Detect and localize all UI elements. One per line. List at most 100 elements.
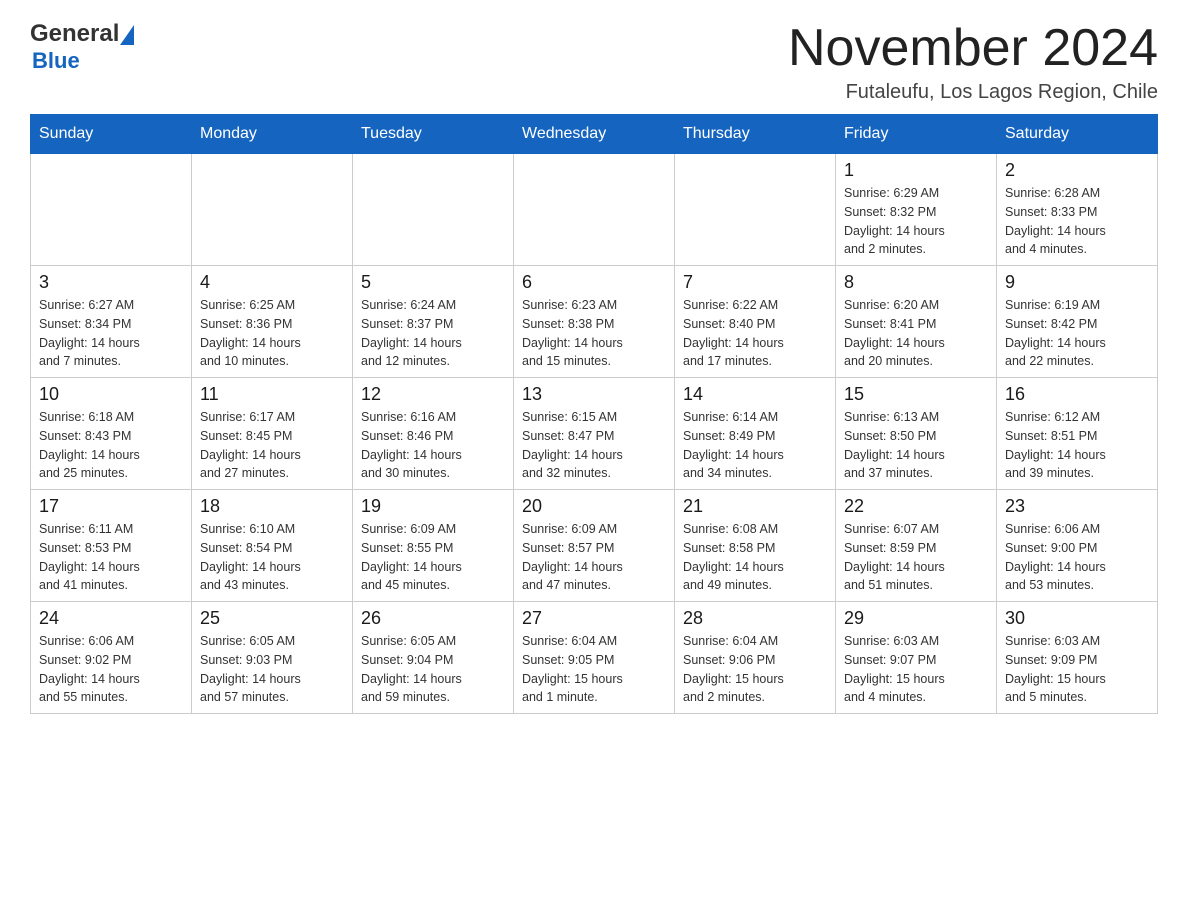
week-row-1: 3 Sunrise: 6:27 AMSunset: 8:34 PMDaylight… (31, 266, 1158, 378)
day-info: Sunrise: 6:20 AMSunset: 8:41 PMDaylight:… (844, 296, 988, 371)
day-number: 12 (361, 384, 505, 405)
day-info: Sunrise: 6:09 AMSunset: 8:55 PMDaylight:… (361, 520, 505, 595)
day-info: Sunrise: 6:25 AMSunset: 8:36 PMDaylight:… (200, 296, 344, 371)
day-number: 25 (200, 608, 344, 629)
calendar-cell: 15Sunrise: 6:13 AMSunset: 8:50 PMDayligh… (836, 378, 997, 490)
day-info: Sunrise: 6:03 AMSunset: 9:07 PMDaylight:… (844, 632, 988, 707)
day-number: 13 (522, 384, 666, 405)
calendar-cell: 21 Sunrise: 6:08 AMSunset: 8:58 PMDayligh… (675, 490, 836, 602)
week-row-2: 10Sunrise: 6:18 AMSunset: 8:43 PMDayligh… (31, 378, 1158, 490)
day-info: Sunrise: 6:14 AMSunset: 8:49 PMDaylight:… (683, 408, 827, 483)
calendar-cell: 10Sunrise: 6:18 AMSunset: 8:43 PMDayligh… (31, 378, 192, 490)
day-number: 23 (1005, 496, 1149, 517)
calendar-cell: 14Sunrise: 6:14 AMSunset: 8:49 PMDayligh… (675, 378, 836, 490)
calendar-cell: 23 Sunrise: 6:06 AMSunset: 9:00 PMDayligh… (997, 490, 1158, 602)
calendar-cell (675, 154, 836, 266)
day-info: Sunrise: 6:27 AMSunset: 8:34 PMDaylight:… (39, 296, 183, 371)
day-number: 27 (522, 608, 666, 629)
logo-blue-text: Blue (32, 48, 80, 74)
day-info: Sunrise: 6:08 AMSunset: 8:58 PMDaylight:… (683, 520, 827, 595)
calendar-cell (353, 154, 514, 266)
day-info: Sunrise: 6:04 AMSunset: 9:06 PMDaylight:… (683, 632, 827, 707)
calendar-cell: 11Sunrise: 6:17 AMSunset: 8:45 PMDayligh… (192, 378, 353, 490)
day-info: Sunrise: 6:22 AMSunset: 8:40 PMDaylight:… (683, 296, 827, 371)
calendar-cell: 28 Sunrise: 6:04 AMSunset: 9:06 PMDayligh… (675, 602, 836, 714)
col-wednesday: Wednesday (514, 115, 675, 154)
day-number: 29 (844, 608, 988, 629)
calendar-cell: 19 Sunrise: 6:09 AMSunset: 8:55 PMDayligh… (353, 490, 514, 602)
day-number: 10 (39, 384, 183, 405)
calendar-cell: 2Sunrise: 6:28 AMSunset: 8:33 PMDaylight… (997, 154, 1158, 266)
logo-general-text: General (30, 20, 119, 48)
day-info: Sunrise: 6:17 AMSunset: 8:45 PMDaylight:… (200, 408, 344, 483)
calendar-cell: 29 Sunrise: 6:03 AMSunset: 9:07 PMDayligh… (836, 602, 997, 714)
day-number: 26 (361, 608, 505, 629)
day-number: 4 (200, 272, 344, 293)
calendar-cell: 13 Sunrise: 6:15 AMSunset: 8:47 PMDayligh… (514, 378, 675, 490)
week-row-3: 17 Sunrise: 6:11 AMSunset: 8:53 PMDayligh… (31, 490, 1158, 602)
day-number: 18 (200, 496, 344, 517)
day-info: Sunrise: 6:16 AMSunset: 8:46 PMDaylight:… (361, 408, 505, 483)
day-number: 20 (522, 496, 666, 517)
col-saturday: Saturday (997, 115, 1158, 154)
day-info: Sunrise: 6:11 AMSunset: 8:53 PMDaylight:… (39, 520, 183, 595)
day-number: 3 (39, 272, 183, 293)
day-info: Sunrise: 6:05 AMSunset: 9:04 PMDaylight:… (361, 632, 505, 707)
calendar-cell: 7Sunrise: 6:22 AMSunset: 8:40 PMDaylight… (675, 266, 836, 378)
day-number: 24 (39, 608, 183, 629)
day-info: Sunrise: 6:07 AMSunset: 8:59 PMDaylight:… (844, 520, 988, 595)
calendar-cell: 16Sunrise: 6:12 AMSunset: 8:51 PMDayligh… (997, 378, 1158, 490)
day-info: Sunrise: 6:23 AMSunset: 8:38 PMDaylight:… (522, 296, 666, 371)
day-info: Sunrise: 6:10 AMSunset: 8:54 PMDaylight:… (200, 520, 344, 595)
calendar-cell: 12 Sunrise: 6:16 AMSunset: 8:46 PMDayligh… (353, 378, 514, 490)
calendar-cell: 18 Sunrise: 6:10 AMSunset: 8:54 PMDayligh… (192, 490, 353, 602)
day-number: 6 (522, 272, 666, 293)
day-number: 28 (683, 608, 827, 629)
calendar-cell: 4 Sunrise: 6:25 AMSunset: 8:36 PMDaylight… (192, 266, 353, 378)
day-info: Sunrise: 6:15 AMSunset: 8:47 PMDaylight:… (522, 408, 666, 483)
calendar-cell: 17 Sunrise: 6:11 AMSunset: 8:53 PMDayligh… (31, 490, 192, 602)
day-info: Sunrise: 6:09 AMSunset: 8:57 PMDaylight:… (522, 520, 666, 595)
day-number: 19 (361, 496, 505, 517)
day-number: 8 (844, 272, 988, 293)
day-number: 21 (683, 496, 827, 517)
day-number: 15 (844, 384, 988, 405)
col-thursday: Thursday (675, 115, 836, 154)
title-section: November 2024 Futaleufu, Los Lagos Regio… (788, 20, 1158, 104)
col-monday: Monday (192, 115, 353, 154)
day-info: Sunrise: 6:03 AMSunset: 9:09 PMDaylight:… (1005, 632, 1149, 707)
calendar-cell (31, 154, 192, 266)
col-tuesday: Tuesday (353, 115, 514, 154)
day-number: 5 (361, 272, 505, 293)
calendar-cell (192, 154, 353, 266)
calendar-cell: 3 Sunrise: 6:27 AMSunset: 8:34 PMDaylight… (31, 266, 192, 378)
month-title: November 2024 (788, 20, 1158, 77)
week-row-0: 1 Sunrise: 6:29 AMSunset: 8:32 PMDaylight… (31, 154, 1158, 266)
calendar-cell: 27 Sunrise: 6:04 AMSunset: 9:05 PMDayligh… (514, 602, 675, 714)
calendar-cell: 8 Sunrise: 6:20 AMSunset: 8:41 PMDaylight… (836, 266, 997, 378)
day-info: Sunrise: 6:06 AMSunset: 9:02 PMDaylight:… (39, 632, 183, 707)
calendar-cell (514, 154, 675, 266)
calendar-header-row: Sunday Monday Tuesday Wednesday Thursday… (31, 115, 1158, 154)
calendar-cell: 25 Sunrise: 6:05 AMSunset: 9:03 PMDayligh… (192, 602, 353, 714)
day-number: 17 (39, 496, 183, 517)
day-info: Sunrise: 6:29 AMSunset: 8:32 PMDaylight:… (844, 184, 988, 259)
calendar-cell: 9 Sunrise: 6:19 AMSunset: 8:42 PMDaylight… (997, 266, 1158, 378)
day-info: Sunrise: 6:06 AMSunset: 9:00 PMDaylight:… (1005, 520, 1149, 595)
day-info: Sunrise: 6:04 AMSunset: 9:05 PMDaylight:… (522, 632, 666, 707)
page-header: General Blue November 2024 Futaleufu, Lo… (30, 20, 1158, 104)
day-info: Sunrise: 6:19 AMSunset: 8:42 PMDaylight:… (1005, 296, 1149, 371)
col-sunday: Sunday (31, 115, 192, 154)
day-number: 1 (844, 160, 988, 181)
calendar-table: Sunday Monday Tuesday Wednesday Thursday… (30, 114, 1158, 714)
calendar-cell: 1 Sunrise: 6:29 AMSunset: 8:32 PMDaylight… (836, 154, 997, 266)
day-info: Sunrise: 6:28 AMSunset: 8:33 PMDaylight:… (1005, 184, 1149, 259)
calendar-cell: 6 Sunrise: 6:23 AMSunset: 8:38 PMDaylight… (514, 266, 675, 378)
day-info: Sunrise: 6:24 AMSunset: 8:37 PMDaylight:… (361, 296, 505, 371)
day-info: Sunrise: 6:05 AMSunset: 9:03 PMDaylight:… (200, 632, 344, 707)
calendar-cell: 30 Sunrise: 6:03 AMSunset: 9:09 PMDayligh… (997, 602, 1158, 714)
day-number: 9 (1005, 272, 1149, 293)
calendar-cell: 24 Sunrise: 6:06 AMSunset: 9:02 PMDayligh… (31, 602, 192, 714)
day-number: 22 (844, 496, 988, 517)
day-number: 30 (1005, 608, 1149, 629)
